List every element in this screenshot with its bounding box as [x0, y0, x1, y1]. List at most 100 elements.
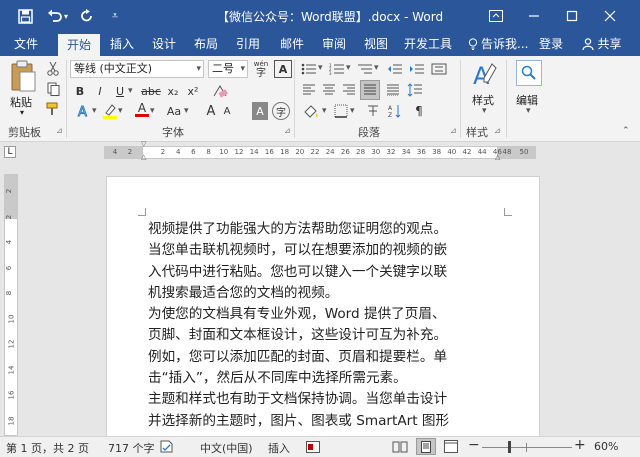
- zoom-slider-track[interactable]: [482, 447, 572, 448]
- chevron-down-icon[interactable]: ▾: [318, 63, 323, 73]
- styles-dialog-launcher-icon[interactable]: ⊿: [494, 126, 501, 135]
- clipboard-dialog-launcher-icon[interactable]: ⊿: [56, 126, 63, 135]
- zoom-out-button[interactable]: −: [468, 437, 480, 453]
- paste-dropdown-icon[interactable]: ▾: [20, 108, 24, 117]
- cut-icon[interactable]: [44, 60, 62, 78]
- format-painter-icon[interactable]: [44, 100, 62, 118]
- multilevel-list-icon[interactable]: [356, 60, 374, 78]
- chevron-down-icon[interactable]: ▾: [118, 106, 123, 116]
- tab-selector-icon[interactable]: L: [4, 146, 16, 158]
- save-icon[interactable]: [14, 5, 36, 27]
- decrease-indent-icon[interactable]: [386, 60, 404, 78]
- proofing-icon[interactable]: [160, 440, 174, 456]
- highlight-color-icon[interactable]: [102, 102, 118, 120]
- align-left-icon[interactable]: [300, 81, 318, 99]
- insert-mode-status[interactable]: 插入: [268, 440, 290, 456]
- line-spacing-icon[interactable]: [404, 81, 426, 99]
- language-status[interactable]: 中文(中国): [200, 440, 253, 456]
- chevron-down-icon[interactable]: ▾: [184, 106, 189, 116]
- ribbon-display-options-icon[interactable]: [484, 4, 508, 28]
- collapse-ribbon-icon[interactable]: ⌃: [622, 126, 630, 136]
- chevron-down-icon[interactable]: ▾: [482, 106, 487, 116]
- tab-mailings[interactable]: 邮件: [274, 32, 310, 56]
- bullets-icon[interactable]: [300, 60, 318, 78]
- subscript-button[interactable]: x₂: [164, 82, 182, 100]
- page-count-status[interactable]: 第 1 页，共 2 页: [6, 440, 89, 456]
- chevron-down-icon[interactable]: ▾: [374, 63, 379, 73]
- align-right-icon[interactable]: [340, 81, 358, 99]
- zoom-level[interactable]: 60%: [594, 440, 618, 453]
- tab-developer[interactable]: 开发工具: [400, 32, 456, 56]
- share-button[interactable]: 共享: [572, 32, 632, 56]
- font-dialog-launcher-icon[interactable]: ⊿: [284, 126, 291, 135]
- undo-dropdown-icon[interactable]: ▾: [60, 5, 72, 27]
- justify-icon[interactable]: [360, 80, 380, 100]
- borders-icon[interactable]: [332, 102, 350, 120]
- chevron-down-icon[interactable]: ▾: [92, 106, 97, 116]
- font-color-button[interactable]: A: [134, 100, 150, 118]
- chevron-down-icon[interactable]: ▾: [128, 86, 133, 96]
- horizontal-ruler[interactable]: 4 2 2 4 6 8 10 12 14 16 18 20 22 24 26 28 30 32 34 36 38 40 42…: [104, 146, 536, 159]
- tab-home[interactable]: 开始: [58, 34, 100, 56]
- hanging-indent-marker[interactable]: △: [141, 153, 146, 161]
- enclose-characters-button[interactable]: 字: [272, 102, 290, 120]
- show-marks-icon[interactable]: ¶: [410, 102, 428, 120]
- chinese-layout-icon[interactable]: [364, 102, 382, 120]
- redo-icon[interactable]: [76, 5, 98, 27]
- print-layout-icon[interactable]: [416, 438, 436, 455]
- clear-formatting-icon[interactable]: [210, 82, 230, 100]
- font-name-box[interactable]: 等线 (中文正文) ▾: [70, 60, 204, 78]
- asian-layout-icon[interactable]: [430, 60, 448, 78]
- tab-insert[interactable]: 插入: [104, 32, 140, 56]
- distributed-icon[interactable]: [384, 81, 402, 99]
- macro-record-icon[interactable]: [306, 441, 320, 456]
- character-border-button[interactable]: A: [274, 60, 292, 78]
- tab-view[interactable]: 视图: [358, 32, 394, 56]
- italic-button[interactable]: I: [92, 82, 108, 100]
- paragraph-dialog-launcher-icon[interactable]: ⊿: [450, 126, 457, 135]
- customize-qat-icon[interactable]: ⩡: [104, 5, 126, 27]
- tab-references[interactable]: 引用: [230, 32, 266, 56]
- change-case-button[interactable]: Aa: [164, 102, 184, 120]
- shading-icon[interactable]: [300, 102, 322, 120]
- chevron-down-icon[interactable]: ▾: [526, 106, 531, 116]
- shrink-font-button[interactable]: A: [220, 102, 234, 120]
- paste-icon[interactable]: [8, 60, 38, 94]
- vertical-ruler[interactable]: 2 2 4 6 8 10 12 14 16 18: [4, 174, 18, 436]
- strikethrough-button[interactable]: abc: [140, 82, 162, 100]
- tab-design[interactable]: 设计: [146, 32, 182, 56]
- grow-font-button[interactable]: A: [204, 102, 218, 120]
- zoom-in-button[interactable]: +: [574, 437, 586, 453]
- font-size-box[interactable]: 二号 ▾: [208, 60, 248, 78]
- copy-icon[interactable]: [44, 80, 62, 98]
- read-mode-icon[interactable]: [392, 440, 408, 456]
- web-layout-icon[interactable]: [444, 440, 458, 456]
- maximize-icon[interactable]: [560, 4, 584, 28]
- chevron-down-icon[interactable]: ▾: [346, 63, 351, 73]
- chevron-down-icon[interactable]: ▾: [350, 106, 355, 116]
- phonetic-guide-button[interactable]: wén 字: [250, 59, 272, 79]
- tab-file[interactable]: 文件: [6, 32, 46, 56]
- character-shading-button[interactable]: A: [252, 102, 268, 120]
- increase-indent-icon[interactable]: [408, 60, 426, 78]
- close-icon[interactable]: [598, 4, 622, 28]
- first-line-indent-marker[interactable]: ▽: [141, 140, 146, 148]
- document-body[interactable]: 视频提供了功能强大的方法帮助您证明您的观点。 当您单击联机视频时，可以在想要添加…: [148, 219, 508, 432]
- numbering-icon[interactable]: 123: [328, 60, 346, 78]
- superscript-button[interactable]: x²: [184, 82, 202, 100]
- bold-button[interactable]: B: [72, 82, 88, 100]
- right-indent-marker[interactable]: △: [495, 153, 500, 161]
- tab-layout[interactable]: 布局: [188, 32, 224, 56]
- tab-review[interactable]: 审阅: [316, 32, 352, 56]
- zoom-slider-thumb[interactable]: [508, 441, 511, 453]
- chevron-down-icon[interactable]: ▾: [322, 106, 327, 116]
- styles-gallery-icon[interactable]: A: [470, 60, 500, 92]
- sign-in-link[interactable]: 登录: [536, 32, 566, 56]
- align-center-icon[interactable]: [320, 81, 338, 99]
- sort-icon[interactable]: AZ: [386, 102, 404, 120]
- underline-button[interactable]: U: [112, 82, 128, 100]
- chevron-down-icon[interactable]: ▾: [150, 106, 155, 116]
- minimize-icon[interactable]: [522, 4, 546, 28]
- tell-me-search[interactable]: 告诉我...: [468, 32, 536, 56]
- text-effects-icon[interactable]: A: [76, 102, 92, 120]
